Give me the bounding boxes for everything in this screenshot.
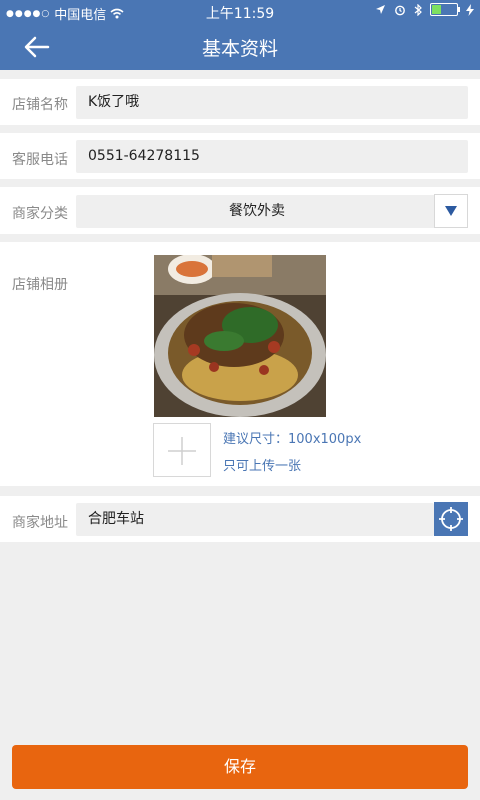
save-button[interactable]: 保存 <box>12 745 468 789</box>
plus-icon <box>168 437 196 465</box>
category-row: 商家分类 餐饮外卖 <box>0 187 480 234</box>
food-photo-image <box>154 255 326 417</box>
battery-icon <box>430 3 460 16</box>
album-label: 店铺相册 <box>12 277 68 293</box>
shop-name-label: 店铺名称 <box>12 97 68 113</box>
category-value: 餐饮外卖 <box>229 203 285 219</box>
crosshair-locate-icon <box>439 507 463 531</box>
address-label: 商家地址 <box>12 515 68 531</box>
service-phone-label: 客服电话 <box>12 152 68 168</box>
service-phone-row: 客服电话 0551-64278115 <box>0 133 480 179</box>
status-bar: ●●●●○ 中国电信 上午11:59 <box>0 0 480 23</box>
location-arrow-icon <box>376 5 385 14</box>
locate-button[interactable] <box>434 502 468 536</box>
shop-name-row: 店铺名称 K饭了哦 <box>0 79 480 125</box>
service-phone-input[interactable]: 0551-64278115 <box>76 140 468 173</box>
bluetooth-icon <box>414 3 422 16</box>
charging-bolt-icon <box>466 3 474 16</box>
address-input[interactable]: 合肥车站 <box>76 503 434 536</box>
category-label: 商家分类 <box>12 206 68 222</box>
shop-name-input[interactable]: K饭了哦 <box>76 86 468 119</box>
address-row: 商家地址 合肥车站 <box>0 496 480 542</box>
add-photo-button[interactable] <box>153 423 211 477</box>
photo-size-hint: 建议尺寸：100x100px <box>223 432 362 447</box>
category-dropdown-button[interactable] <box>434 194 468 228</box>
alarm-icon <box>395 5 405 15</box>
page-title: 基本资料 <box>201 38 278 60</box>
dropdown-triangle-icon <box>445 206 457 216</box>
battery-level-fill <box>432 5 442 14</box>
category-select[interactable]: 餐饮外卖 <box>76 195 468 228</box>
photo-limit-hint: 只可上传一张 <box>223 459 302 474</box>
app-header: ●●●●○ 中国电信 上午11:59 基本资料 <box>0 0 480 70</box>
shop-photo[interactable] <box>154 255 326 417</box>
